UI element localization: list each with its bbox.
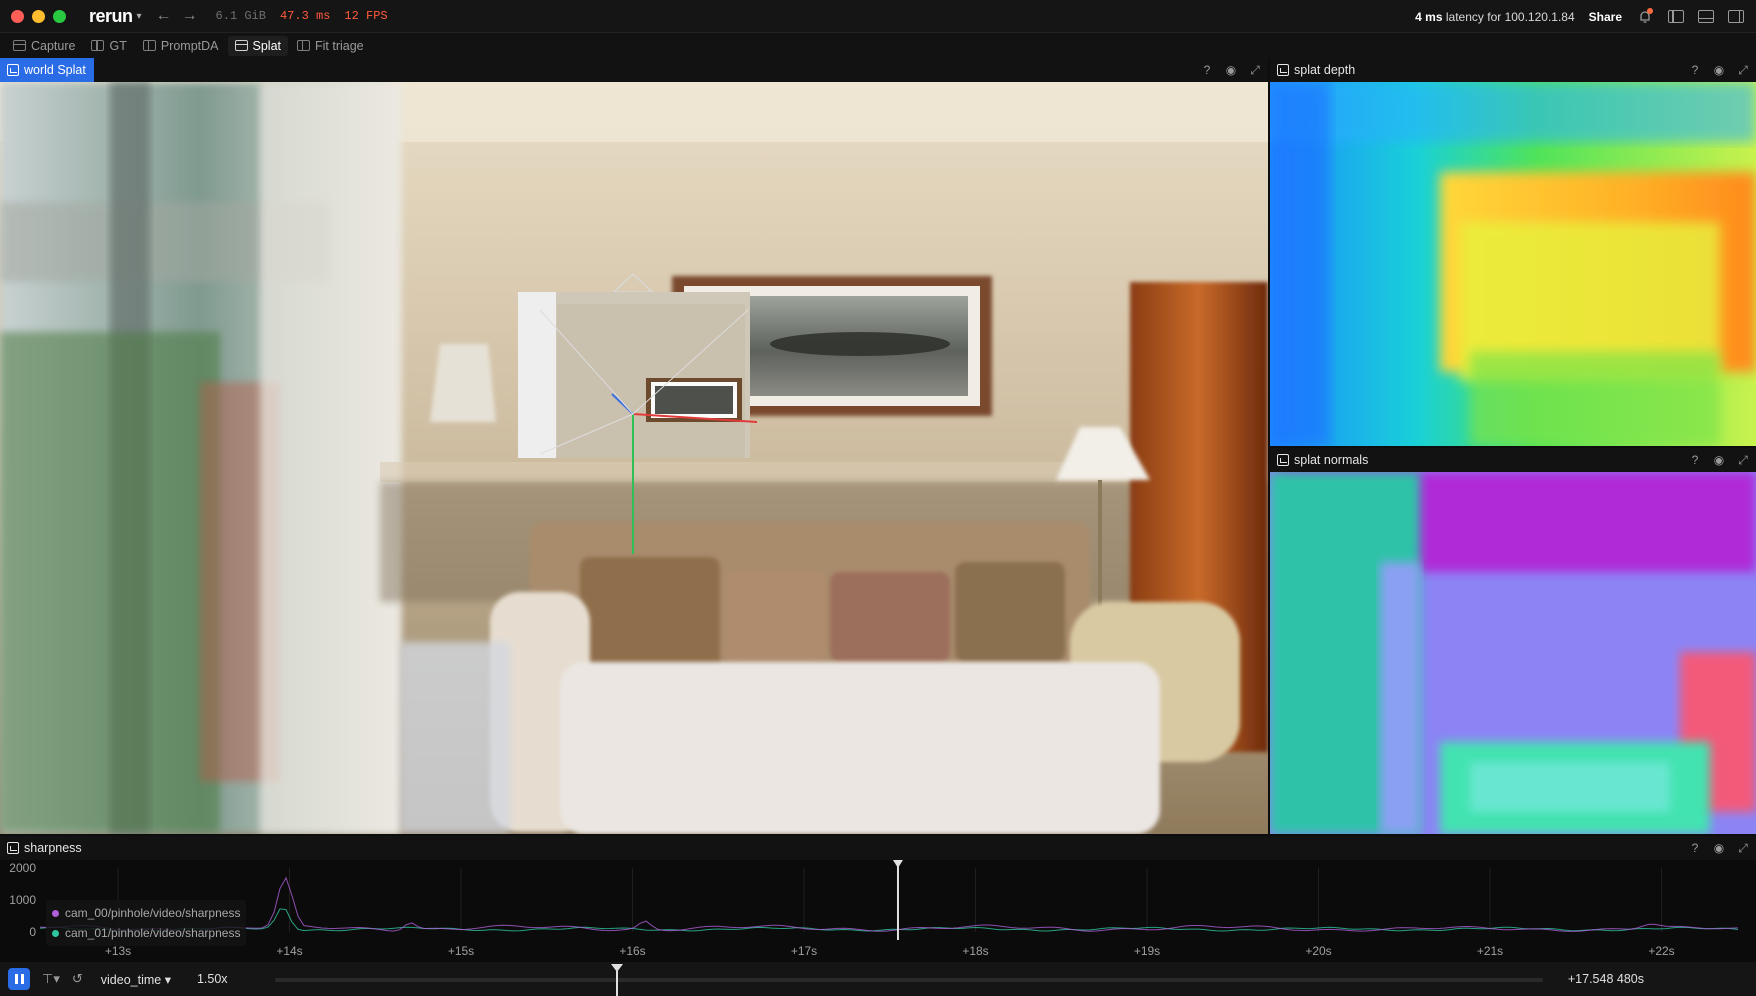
view-title[interactable]: world Splat <box>0 58 94 82</box>
time-cursor-handle[interactable] <box>892 860 903 868</box>
splat-depth-view[interactable]: splat depth ? ◉ ⤢ <box>1270 58 1756 446</box>
eye-icon[interactable]: ◉ <box>1712 453 1726 467</box>
columns-icon <box>91 40 105 51</box>
frame-latency: 47.3 ms <box>279 9 331 23</box>
time-series-icon <box>7 842 19 854</box>
expand-icon[interactable]: ⤢ <box>1736 63 1750 78</box>
spatial-view-icon <box>7 64 19 76</box>
eye-icon[interactable]: ◉ <box>1712 63 1726 77</box>
y-tick-label: 1000 <box>9 893 36 907</box>
3d-viewport[interactable] <box>0 82 1268 834</box>
pause-button[interactable] <box>8 968 30 990</box>
x-tick-label: +15s <box>448 944 474 958</box>
x-tick-label: +22s <box>1648 944 1674 958</box>
expand-icon[interactable]: ⤢ <box>1736 841 1750 856</box>
columns-icon <box>297 40 310 51</box>
current-time: +17.548 480s <box>1567 972 1644 986</box>
toggle-bottom-panel-icon[interactable] <box>1698 10 1714 23</box>
world-splat-view[interactable]: world Splat ? ◉ ⤢ <box>0 58 1268 834</box>
help-icon[interactable]: ? <box>1688 63 1702 77</box>
sharpness-plot-view[interactable]: sharpness ? ◉ ⤢ 2000 1000 0 +13s +14s +15s +16… <box>0 836 1756 962</box>
view-header: splat normals ? ◉ ⤢ <box>1270 448 1756 472</box>
close-window-button[interactable] <box>11 9 24 23</box>
zoom-window-button[interactable] <box>53 9 66 23</box>
y-tick-label: 2000 <box>9 861 36 875</box>
depth-image[interactable] <box>1270 82 1756 446</box>
chart-legend: cam_00/pinhole/video/sharpness cam_01/pi… <box>46 900 247 946</box>
tab-splat[interactable]: Splat <box>227 35 288 56</box>
x-tick-label: +13s <box>105 944 131 958</box>
view-header: sharpness ? ◉ ⤢ <box>0 836 1756 860</box>
time-cursor-line <box>616 971 618 996</box>
fps-counter: 12 FPS <box>344 9 388 23</box>
tab-fit-triage[interactable]: Fit triage <box>290 36 371 56</box>
time-control-icon[interactable]: ⊤▾ <box>42 971 60 987</box>
bell-icon[interactable] <box>1636 7 1654 26</box>
x-tick-label: +19s <box>1134 944 1160 958</box>
image-view-icon <box>1277 454 1289 466</box>
normals-image[interactable] <box>1270 472 1756 834</box>
view-title[interactable]: sharpness <box>0 836 90 860</box>
view-tabs: Capture GT PromptDA Splat Fit triage <box>0 33 1756 58</box>
x-tick-label: +21s <box>1477 944 1503 958</box>
view-title[interactable]: splat depth <box>1270 58 1363 82</box>
tab-promptda[interactable]: PromptDA <box>136 36 226 56</box>
tab-capture[interactable]: Capture <box>6 36 82 56</box>
app-logo[interactable]: rerun <box>89 6 133 27</box>
toggle-right-panel-icon[interactable] <box>1728 10 1744 23</box>
sharpness-chart[interactable]: 2000 1000 0 +13s +14s +15s +16s +17s +18s +19s +20… <box>0 860 1756 962</box>
series-line-cam-00[interactable] <box>39 876 1739 932</box>
help-icon[interactable]: ? <box>1200 63 1214 77</box>
time-panel: ⊤▾ ↺ video_time ▾ 1.50x +17.548 480s <box>0 962 1756 996</box>
x-tick-label: +14s <box>276 944 302 958</box>
share-button[interactable]: Share <box>1589 10 1622 24</box>
columns-icon <box>142 40 156 51</box>
image-view-icon <box>1277 64 1289 76</box>
legend-item[interactable]: cam_01/pinhole/video/sharpness <box>52 923 240 943</box>
forward-arrow-icon[interactable]: → <box>182 7 198 25</box>
view-header: world Splat ? ◉ ⤢ <box>0 58 1268 82</box>
minimize-window-button[interactable] <box>32 9 45 23</box>
loop-icon[interactable]: ↺ <box>72 971 83 987</box>
legend-item[interactable]: cam_00/pinhole/video/sharpness <box>52 903 240 923</box>
back-arrow-icon[interactable]: ← <box>156 7 172 25</box>
chart-svg[interactable]: 2000 1000 0 +13s +14s +15s +16s +17s +18s +19s +20… <box>0 860 1756 962</box>
network-latency: 4 ms latency for 100.120.1.84 <box>1415 9 1575 24</box>
chevron-down-icon[interactable]: ▾ <box>137 11 142 22</box>
time-scrubber[interactable] <box>275 978 1543 982</box>
toggle-left-panel-icon[interactable] <box>1668 10 1684 23</box>
eye-icon[interactable]: ◉ <box>1712 841 1726 855</box>
x-tick-label: +16s <box>619 944 645 958</box>
x-tick-label: +20s <box>1305 944 1331 958</box>
playback-speed[interactable]: 1.50x <box>197 972 228 986</box>
window-controls <box>11 9 66 23</box>
rendered-scene[interactable] <box>0 82 1268 834</box>
view-title[interactable]: splat normals <box>1270 448 1376 472</box>
help-icon[interactable]: ? <box>1688 453 1702 467</box>
timeline-selector[interactable]: video_time ▾ <box>101 972 171 987</box>
title-bar: rerun ▾ ← → 6.1 GiB 47.3 ms 12 FPS 4 ms … <box>0 0 1756 33</box>
view-header: splat depth ? ◉ ⤢ <box>1270 58 1756 82</box>
legend-swatch <box>52 929 59 937</box>
y-tick-label: 0 <box>29 925 36 939</box>
memory-usage: 6.1 GiB <box>215 9 266 23</box>
splat-normals-view[interactable]: splat normals ? ◉ ⤢ <box>1270 448 1756 834</box>
tab-gt[interactable]: GT <box>84 36 133 56</box>
rows-icon <box>13 40 26 51</box>
legend-swatch <box>52 909 59 917</box>
x-tick-label: +18s <box>962 944 988 958</box>
expand-icon[interactable]: ⤢ <box>1248 63 1262 78</box>
expand-icon[interactable]: ⤢ <box>1736 453 1750 468</box>
rows-icon <box>234 40 248 51</box>
eye-icon[interactable]: ◉ <box>1224 63 1238 77</box>
help-icon[interactable]: ? <box>1688 841 1702 855</box>
x-tick-label: +17s <box>791 944 817 958</box>
